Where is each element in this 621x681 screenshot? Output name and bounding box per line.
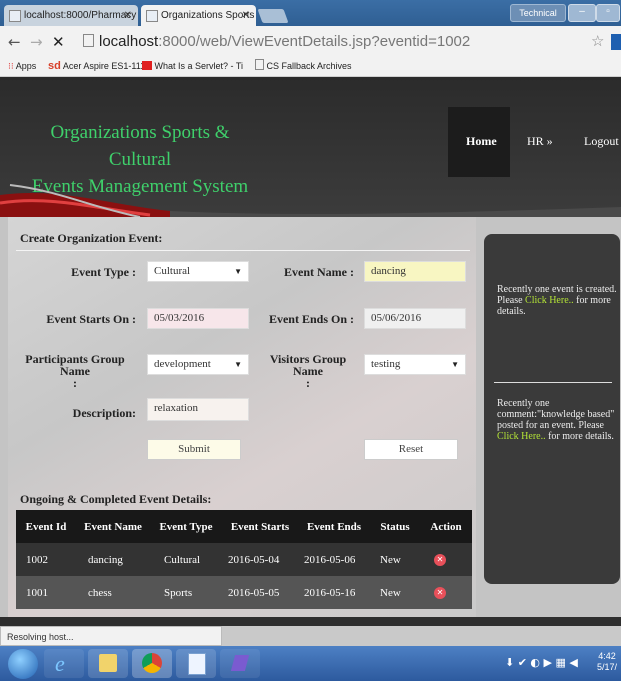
web-page: Organizations Sports & Cultural Events M…	[0, 77, 621, 626]
col-event-type: Event Type	[150, 510, 222, 543]
apps-grid-icon: ⁝⁝	[8, 61, 14, 71]
table-row: 1002 dancing Cultural 2016-05-04 2016-05…	[16, 543, 472, 576]
event-ends-label: Event Ends On :	[268, 312, 354, 326]
bookmark-site-icon	[142, 61, 152, 70]
chrome-icon[interactable]	[132, 649, 172, 678]
events-table-heading: Ongoing & Completed Event Details:	[20, 492, 212, 506]
col-status: Status	[370, 510, 420, 543]
cell-id: 1002	[16, 543, 76, 576]
browser-tab-active[interactable]: Organizations Sports & C ✕	[141, 5, 256, 26]
profile-button[interactable]: Technical	[510, 4, 566, 22]
cell-ends: 2016-05-16	[298, 576, 370, 609]
notification-comment-link[interactable]: Click Here..	[497, 431, 546, 442]
event-starts-input[interactable]: 05/03/2016	[147, 308, 249, 329]
page-icon	[9, 10, 21, 22]
col-event-ends: Event Ends	[298, 510, 370, 543]
bookmarks-bar: ⁝⁝ Apps sd Acer Aspire ES1-111 What Is a…	[0, 56, 621, 77]
notification-event: Recently one event is created. Please Cl…	[497, 284, 617, 317]
forward-arrow-icon[interactable]: →	[30, 33, 43, 51]
table-row: 1001 chess Sports 2016-05-05 2016-05-16 …	[16, 576, 472, 609]
notification-comment: Recently one comment:"knowledge based" p…	[497, 398, 615, 442]
url-field[interactable]: localhost:8000/web/ViewEventDetails.jsp?…	[83, 31, 603, 52]
visitors-group-label: Visitors Group Name :	[269, 352, 347, 390]
notification-event-link[interactable]: Click Here..	[525, 295, 574, 306]
event-type-label: Event Type :	[71, 265, 136, 279]
cell-starts: 2016-05-04	[222, 543, 298, 576]
windows-start-icon[interactable]	[8, 649, 38, 679]
event-starts-label: Event Starts On :	[46, 312, 136, 326]
cell-type: Cultural	[150, 543, 222, 576]
header-decoration	[0, 184, 621, 217]
notifications-panel: Recently one event is created. Please Cl…	[484, 234, 620, 584]
back-arrow-icon[interactable]: ←	[8, 33, 21, 51]
browser-tab-pharmacy[interactable]: localhost:8000/Pharmacy ✕	[4, 5, 138, 26]
maximize-button[interactable]: ▫	[596, 4, 620, 22]
description-label: Description:	[72, 406, 136, 420]
nav-logout[interactable]: Logout	[584, 134, 619, 149]
clock[interactable]: 4:42 5/17/	[594, 651, 620, 673]
new-tab-button[interactable]	[257, 9, 289, 23]
star-bookmark-icon[interactable]: ☆	[591, 32, 604, 51]
cell-starts: 2016-05-05	[222, 576, 298, 609]
cell-status: New	[370, 543, 420, 576]
bookmark-cs-fallback[interactable]: CS Fallback Archives	[255, 56, 352, 76]
events-table: Event Id Event Name Event Type Event Sta…	[16, 510, 472, 609]
close-tab-icon[interactable]: ✕	[242, 5, 250, 26]
sd-logo-icon: sd	[48, 60, 61, 72]
page-icon	[255, 59, 264, 70]
event-name-input[interactable]: dancing	[364, 261, 466, 282]
table-header-row: Event Id Event Name Event Type Event Sta…	[16, 510, 472, 543]
notepad-icon[interactable]	[176, 649, 216, 678]
cell-name: chess	[76, 576, 150, 609]
file-explorer-icon[interactable]	[88, 649, 128, 678]
participants-group-select[interactable]: development	[147, 354, 249, 375]
event-type-select[interactable]: Cultural	[147, 261, 249, 282]
description-textarea[interactable]: relaxation	[147, 398, 249, 421]
bookmark-apps[interactable]: ⁝⁝ Apps	[8, 56, 36, 76]
cell-id: 1001	[16, 576, 76, 609]
divider	[494, 382, 612, 383]
event-ends-input[interactable]: 05/06/2016	[364, 308, 466, 329]
cell-action: ✕	[420, 543, 472, 576]
browser-status-bubble: Resolving host...	[0, 626, 222, 646]
cell-action: ✕	[420, 576, 472, 609]
minimize-button[interactable]: –	[568, 4, 596, 22]
stop-icon[interactable]: ✕	[52, 33, 65, 51]
visitors-group-select[interactable]: testing	[364, 354, 466, 375]
nav-hr[interactable]: HR »	[527, 134, 553, 149]
page-icon	[83, 34, 94, 47]
cell-name: dancing	[76, 543, 150, 576]
reset-button[interactable]: Reset	[364, 439, 458, 460]
col-action: Action	[420, 510, 472, 543]
divider	[16, 250, 470, 251]
internet-explorer-icon[interactable]: e	[44, 649, 84, 678]
close-tab-icon[interactable]: ✕	[124, 5, 132, 26]
create-event-heading: Create Organization Event:	[20, 231, 163, 245]
windows-taskbar: e ⬇ ✔ ◐ ▶ ▦ ◀ 4:42 5/17/	[0, 646, 621, 681]
submit-button[interactable]: Submit	[147, 439, 241, 460]
cell-type: Sports	[150, 576, 222, 609]
col-event-starts: Event Starts	[222, 510, 298, 543]
system-tray-icons[interactable]: ⬇ ✔ ◐ ▶ ▦ ◀	[505, 656, 578, 669]
extension-icon[interactable]	[611, 34, 621, 50]
page-footer-strip	[0, 617, 621, 626]
col-event-name: Event Name	[76, 510, 150, 543]
nav-home[interactable]: Home	[466, 134, 497, 149]
event-name-label: Event Name :	[284, 265, 354, 279]
form-area: Create Organization Event: Event Type : …	[8, 217, 476, 626]
cell-ends: 2016-05-06	[298, 543, 370, 576]
cell-status: New	[370, 576, 420, 609]
bookmark-servlet[interactable]: What Is a Servlet? - Ti	[142, 56, 243, 76]
delete-icon[interactable]: ✕	[434, 554, 446, 566]
col-event-id: Event Id	[16, 510, 76, 543]
participants-group-label: Participants Group Name :	[25, 352, 125, 390]
paint-icon[interactable]	[220, 649, 260, 678]
page-icon	[146, 10, 158, 22]
bookmark-acer[interactable]: sd Acer Aspire ES1-111	[48, 56, 145, 76]
delete-icon[interactable]: ✕	[434, 587, 446, 599]
